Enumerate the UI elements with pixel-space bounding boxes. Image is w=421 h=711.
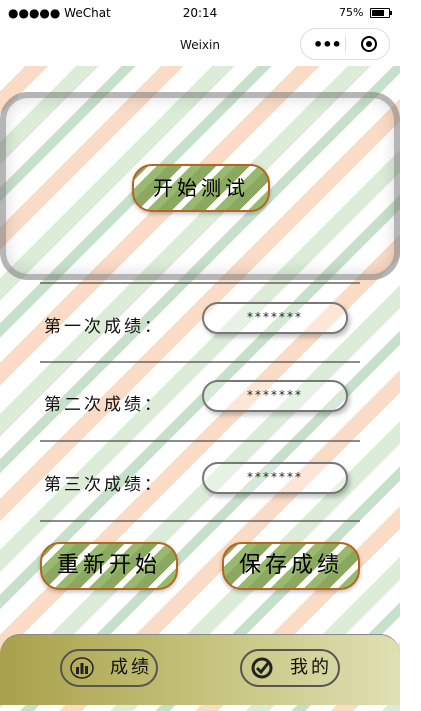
divider bbox=[40, 520, 360, 522]
navigation-bar: Weixin ••• bbox=[0, 26, 400, 66]
phone-screen: ●●●●● WeChat 20:14 75% Weixin ••• 开始测试 第… bbox=[0, 0, 400, 711]
score-label-1: 第一次成绩： bbox=[44, 317, 164, 337]
bar-chart-icon bbox=[70, 657, 94, 679]
score-value-3: ******* bbox=[202, 462, 348, 494]
check-circle-icon bbox=[251, 657, 273, 679]
score-value-1: ******* bbox=[202, 302, 348, 334]
miniprogram-capsule: ••• bbox=[300, 28, 390, 60]
save-score-button[interactable]: 保存成绩 bbox=[222, 542, 360, 590]
battery-percent: 75% bbox=[339, 6, 364, 19]
close-target-icon[interactable] bbox=[361, 36, 377, 52]
main-content: 开始测试 第一次成绩： ******* 第二次成绩： ******* 第三次成绩… bbox=[0, 66, 400, 711]
battery-icon bbox=[370, 8, 392, 18]
tab-score-label: 成绩 bbox=[110, 657, 152, 678]
battery-status: 75% bbox=[339, 6, 392, 19]
score-label-3: 第三次成绩： bbox=[44, 475, 164, 495]
score-value-2: ******* bbox=[202, 380, 348, 412]
tab-mine[interactable]: 我的 bbox=[240, 649, 340, 687]
divider bbox=[40, 282, 360, 284]
capsule-divider bbox=[345, 36, 346, 52]
tab-bar: 成绩 我的 bbox=[0, 634, 400, 705]
more-icon[interactable]: ••• bbox=[313, 35, 342, 54]
status-bar: ●●●●● WeChat 20:14 75% bbox=[0, 0, 400, 26]
restart-button[interactable]: 重新开始 bbox=[40, 542, 178, 590]
tab-mine-label: 我的 bbox=[290, 657, 332, 678]
start-test-button[interactable]: 开始测试 bbox=[132, 164, 270, 212]
divider bbox=[40, 440, 360, 442]
divider bbox=[40, 361, 360, 363]
score-label-2: 第二次成绩： bbox=[44, 395, 164, 415]
tab-score[interactable]: 成绩 bbox=[60, 649, 158, 687]
